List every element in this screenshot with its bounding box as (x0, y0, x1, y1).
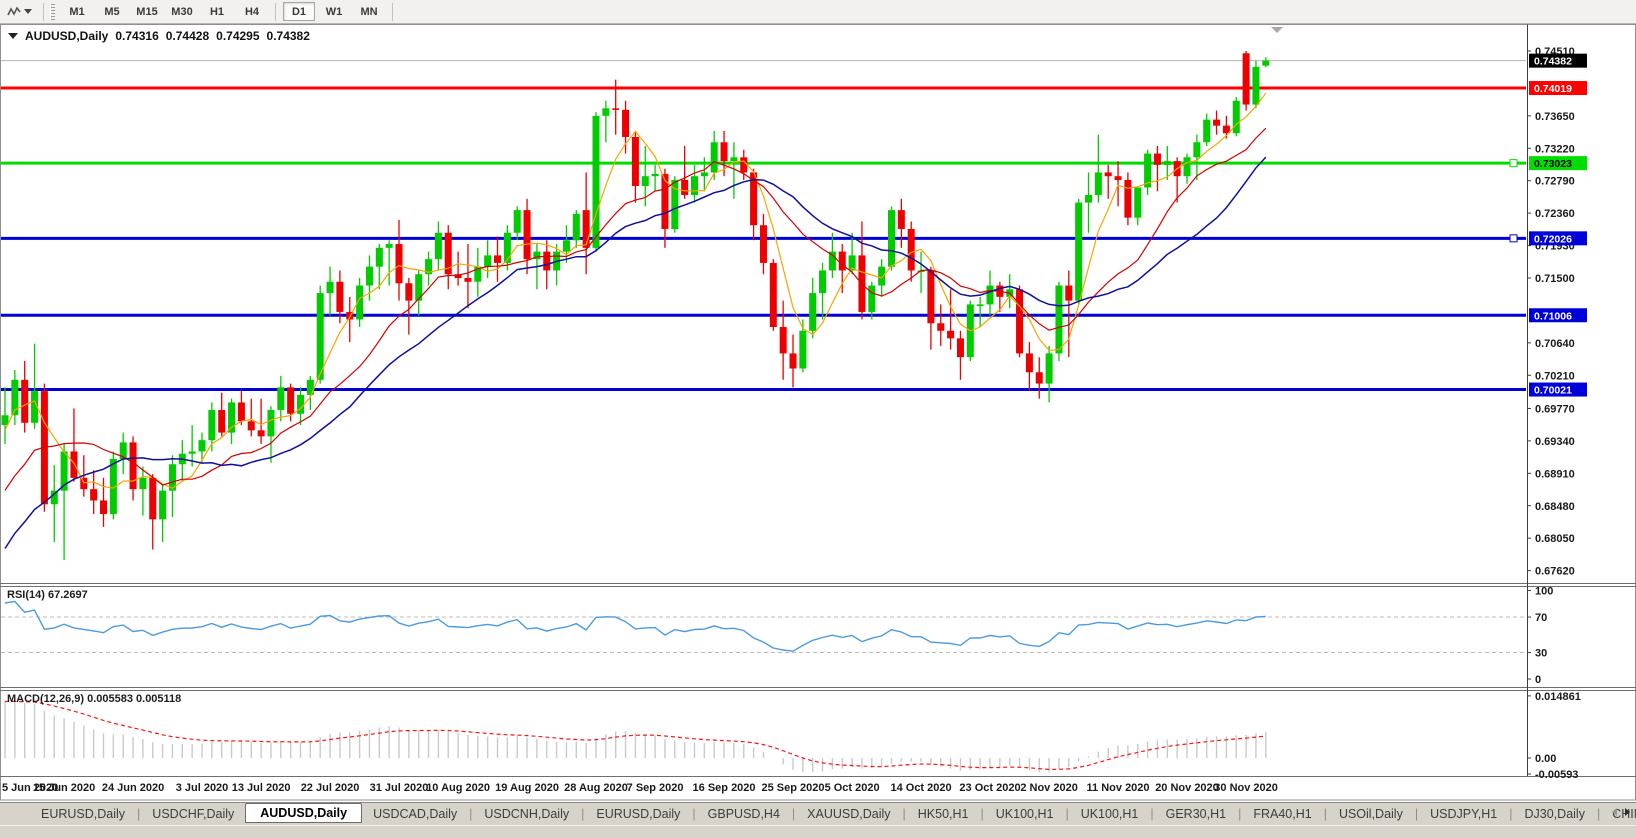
svg-text:0.67620: 0.67620 (1535, 566, 1575, 578)
tab-scroll-arrows (1612, 808, 1630, 816)
svg-text:0.69770: 0.69770 (1535, 403, 1575, 415)
timeframe-buttons: M1 M5 M15 M30 H1 H4 D1 W1 MN (61, 2, 397, 21)
scroll-right-icon[interactable] (1625, 808, 1630, 816)
svg-text:14 Oct 2020: 14 Oct 2020 (890, 782, 951, 794)
svg-text:5 Oct 2020: 5 Oct 2020 (825, 782, 880, 794)
ohlc-open-value: 0.74316 (115, 29, 159, 43)
svg-text:0.68910: 0.68910 (1535, 468, 1575, 480)
svg-text:0: 0 (1535, 674, 1541, 686)
toolbar-separator (43, 2, 44, 21)
svg-text:15 Jun 2020: 15 Jun 2020 (33, 782, 95, 794)
svg-text:0.72026: 0.72026 (1534, 233, 1572, 245)
svg-text:20 Nov 2020: 20 Nov 2020 (1155, 782, 1219, 794)
chart-tab-eurusd-daily[interactable]: EURUSD,Daily (585, 805, 691, 823)
timeframe-button-h1[interactable]: H1 (201, 2, 233, 21)
svg-text:0.73650: 0.73650 (1535, 111, 1575, 123)
svg-text:0.68480: 0.68480 (1535, 501, 1575, 513)
svg-text:0.70640: 0.70640 (1535, 338, 1575, 350)
chart-tab-ger30-h1[interactable]: GER30,H1 (1155, 805, 1237, 823)
chart-tab-gbpusd-h4[interactable]: GBPUSD,H4 (697, 805, 791, 823)
svg-text:0.70210: 0.70210 (1535, 370, 1575, 382)
svg-text:0.72360: 0.72360 (1535, 208, 1575, 220)
svg-text:0.70021: 0.70021 (1534, 385, 1572, 397)
svg-text:0.73023: 0.73023 (1534, 158, 1572, 170)
svg-text:22 Jul 2020: 22 Jul 2020 (301, 782, 360, 794)
svg-text:0.71500: 0.71500 (1535, 273, 1575, 285)
timeframe-button-m1[interactable]: M1 (61, 2, 93, 21)
status-bar (0, 825, 1636, 838)
svg-text:-0.00593: -0.00593 (1535, 769, 1578, 781)
svg-text:24 Jun 2020: 24 Jun 2020 (102, 782, 164, 794)
date-axis: 5 Jun 202015 Jun 2020 24 Jun 2020 3 Jul 20… (2, 782, 1278, 794)
chevron-down-icon (24, 9, 32, 14)
svg-text:0.74019: 0.74019 (1534, 83, 1572, 95)
chart-tabs: EURUSD,Daily | USDCHF,Daily AUDUSD,Daily USD… (30, 803, 1636, 824)
svg-text:16 Sep 2020: 16 Sep 2020 (693, 782, 756, 794)
chart-tab-usdcnh-daily[interactable]: USDCNH,Daily (473, 805, 580, 823)
chart-tab-uk100-h1[interactable]: UK100,H1 (1070, 805, 1150, 823)
svg-text:0.69340: 0.69340 (1535, 436, 1575, 448)
chart-canvas[interactable]: 0.745100.736500.732200.727900.723600.719… (0, 0, 1636, 802)
svg-text:19 Aug 2020: 19 Aug 2020 (495, 782, 559, 794)
timeframe-button-m30[interactable]: M30 (166, 2, 198, 21)
timeframe-button-h4[interactable]: H4 (236, 2, 268, 21)
chart-tab-audusd-daily[interactable]: AUDUSD,Daily (245, 803, 363, 823)
ohlc-high-value: 0.74428 (165, 29, 210, 43)
scroll-left-icon[interactable] (1612, 808, 1617, 816)
line-handle[interactable] (1509, 159, 1518, 168)
macd-indicator-label: MACD(12,26,9) 0.005583 0.005118 (7, 693, 182, 705)
svg-text:0.72790: 0.72790 (1535, 176, 1575, 188)
svg-text:30 Nov 2020: 30 Nov 2020 (1214, 782, 1278, 794)
ohlc-low-value: 0.74295 (216, 29, 260, 43)
toolbar-separator (392, 2, 393, 21)
svg-text:2 Nov 2020: 2 Nov 2020 (1020, 782, 1077, 794)
svg-text:31 Jul 2020: 31 Jul 2020 (370, 782, 429, 794)
svg-text:7 Sep 2020: 7 Sep 2020 (627, 782, 684, 794)
timeframe-button-m5[interactable]: M5 (96, 2, 128, 21)
chart-title: AUDUSD,Daily 0.74316 0.74428 0.74295 0.7… (8, 29, 310, 43)
zigzag-draw-icon (7, 5, 21, 16)
svg-text:28 Aug 2020: 28 Aug 2020 (564, 782, 628, 794)
svg-text:0.68050: 0.68050 (1535, 533, 1575, 545)
chart-tab-eurusd-daily[interactable]: EURUSD,Daily (30, 805, 136, 823)
timeframe-button-w1[interactable]: W1 (318, 2, 350, 21)
svg-text:0.74382: 0.74382 (1534, 56, 1572, 68)
svg-text:0.71006: 0.71006 (1534, 310, 1572, 322)
chart-tabbar: EURUSD,Daily | USDCHF,Daily AUDUSD,Daily USD… (0, 802, 1636, 825)
svg-text:0.014861: 0.014861 (1535, 691, 1581, 703)
triangle-down-icon (8, 33, 18, 39)
svg-text:10 Aug 2020: 10 Aug 2020 (426, 782, 490, 794)
svg-text:13 Jul 2020: 13 Jul 2020 (232, 782, 291, 794)
chart-tab-xauusd-daily[interactable]: XAUUSD,Daily (796, 805, 901, 823)
svg-text:23 Oct 2020: 23 Oct 2020 (959, 782, 1020, 794)
toolbar-separator (275, 2, 276, 21)
svg-text:25 Sep 2020: 25 Sep 2020 (762, 782, 825, 794)
chart-tab-hk50-h1[interactable]: HK50,H1 (907, 805, 980, 823)
draw-tool-button[interactable] (0, 2, 39, 22)
chart-tab-usdcad-daily[interactable]: USDCAD,Daily (362, 805, 468, 823)
mt4-terminal-window: M1 M5 M15 M30 H1 H4 D1 W1 MN 0.74510 0.73650 0.732… (0, 0, 1636, 838)
timeframe-button-mn[interactable]: MN (353, 2, 385, 21)
svg-text:30: 30 (1535, 647, 1547, 659)
svg-text:0.00: 0.00 (1535, 753, 1556, 765)
timeframe-button-d1[interactable]: D1 (283, 2, 315, 21)
svg-text:70: 70 (1535, 612, 1547, 624)
svg-text:0.73220: 0.73220 (1535, 143, 1575, 155)
chart-tab-usdchf-daily[interactable]: USDCHF,Daily (141, 805, 245, 823)
timeframe-button-m15[interactable]: M15 (131, 2, 163, 21)
toolbar-grip-handle[interactable] (50, 3, 55, 20)
chart-tab-uk100-h1[interactable]: UK100,H1 (985, 805, 1065, 823)
ohlc-close-value: 0.74382 (266, 29, 310, 43)
chart-symbol-label: AUDUSD,Daily (25, 29, 109, 43)
timeframes-toolbar: M1 M5 M15 M30 H1 H4 D1 W1 MN (0, 0, 1636, 24)
chart-tab-usdjpy-h1[interactable]: USDJPY,H1 (1419, 805, 1508, 823)
chart-tab-fra40-h1[interactable]: FRA40,H1 (1242, 805, 1322, 823)
svg-text:11 Nov 2020: 11 Nov 2020 (1087, 782, 1150, 794)
chart-tab-usoil-daily[interactable]: USOil,Daily (1328, 805, 1414, 823)
rsi-indicator-label: RSI(14) 67.2697 (7, 589, 88, 601)
line-handle[interactable] (1509, 234, 1518, 243)
svg-text:3 Jul 2020: 3 Jul 2020 (176, 782, 229, 794)
chart-tab-dj30-daily[interactable]: DJ30,Daily (1514, 805, 1596, 823)
svg-text:100: 100 (1535, 586, 1553, 598)
